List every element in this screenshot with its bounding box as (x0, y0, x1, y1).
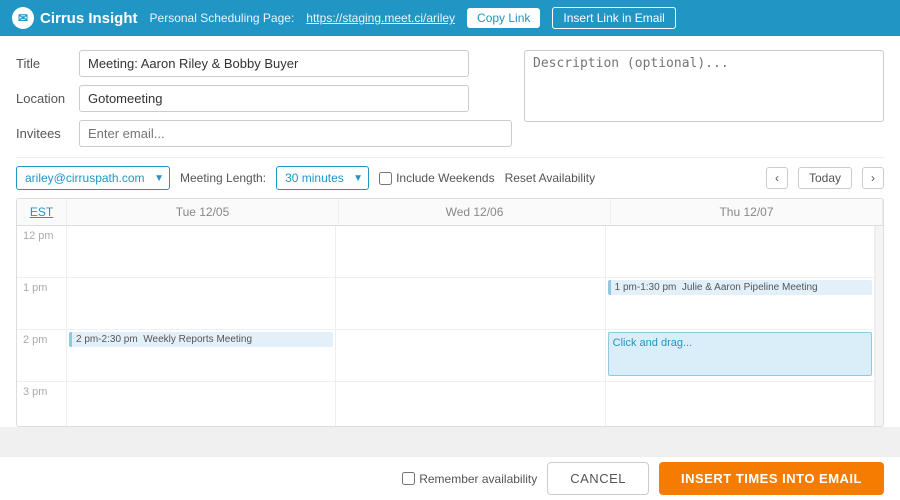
click-drag-block[interactable]: Click and drag... (608, 332, 872, 376)
form-right (524, 50, 884, 153)
tue-2pm-cell[interactable]: 2 pm-2:30 pm Weekly Reports Meeting (67, 330, 335, 382)
thu-1pm-cell[interactable]: 1 pm-1:30 pm Julie & Aaron Pipeline Meet… (606, 278, 874, 330)
col-header-thu: Thu 12/07 (611, 199, 883, 225)
scrollbar[interactable] (875, 226, 883, 426)
weekly-reports-event: 2 pm-2:30 pm Weekly Reports Meeting (69, 332, 333, 347)
time-3pm: 3 pm (17, 382, 66, 426)
title-row: Title (16, 50, 512, 77)
include-weekends-checkbox[interactable] (379, 172, 392, 185)
wed-2pm-cell[interactable] (336, 330, 604, 382)
calendar-body: 12 pm 1 pm 2 pm 3 pm 4 pm 2 pm-2:30 pm W… (17, 226, 883, 426)
time-1pm: 1 pm (17, 278, 66, 330)
meeting-length-label: Meeting Length: (180, 171, 266, 185)
time-12pm: 12 pm (17, 226, 66, 278)
remember-availability-checkbox[interactable] (402, 472, 415, 485)
event-time: 2 pm-2:30 pm (76, 334, 138, 345)
col-header-tue: Tue 12/05 (67, 199, 339, 225)
location-label: Location (16, 91, 71, 106)
wed-1pm-cell[interactable] (336, 278, 604, 330)
invitees-input[interactable] (79, 120, 512, 147)
day-col-tue: 2 pm-2:30 pm Weekly Reports Meeting (67, 226, 336, 426)
main-content: Title Location Invitees ariley@cirruspat… (0, 36, 900, 427)
event-title-2: Julie & Aaron Pipeline Meeting (682, 282, 818, 293)
today-button[interactable]: Today (798, 167, 852, 189)
thu-2pm-cell[interactable]: Click and drag... (606, 330, 874, 382)
time-column: 12 pm 1 pm 2 pm 3 pm 4 pm (17, 226, 67, 426)
form-left: Title Location Invitees (16, 50, 512, 153)
description-textarea[interactable] (524, 50, 884, 122)
pipeline-meeting-event: 1 pm-1:30 pm Julie & Aaron Pipeline Meet… (608, 280, 872, 295)
location-input[interactable] (79, 85, 469, 112)
page-link-label: Personal Scheduling Page: (150, 11, 295, 25)
cancel-button[interactable]: CANCEL (547, 462, 649, 495)
length-select-wrapper: 30 minutes ▼ (276, 166, 369, 190)
wed-3pm-cell[interactable] (336, 382, 604, 426)
calendar: EST Tue 12/05 Wed 12/06 Thu 12/07 12 pm … (16, 198, 884, 427)
time-2pm: 2 pm (17, 330, 66, 382)
col-header-wed: Wed 12/06 (339, 199, 611, 225)
tue-12pm-cell[interactable] (67, 226, 335, 278)
copy-link-button[interactable]: Copy Link (467, 8, 540, 28)
invitees-row: Invitees (16, 120, 512, 147)
title-label: Title (16, 56, 71, 71)
timezone-cell: EST (17, 199, 67, 225)
day-col-thu: 1 pm-1:30 pm Julie & Aaron Pipeline Meet… (606, 226, 875, 426)
length-select[interactable]: 30 minutes (276, 166, 369, 190)
logo: ✉ Cirrus Insight (12, 7, 138, 29)
title-input[interactable] (79, 50, 469, 77)
logo-text: Cirrus Insight (40, 10, 138, 27)
tue-3pm-cell[interactable] (67, 382, 335, 426)
user-select[interactable]: ariley@cirruspath.com (16, 166, 170, 190)
logo-icon: ✉ (12, 7, 34, 29)
location-row: Location (16, 85, 512, 112)
thu-3pm-cell[interactable] (606, 382, 874, 426)
toolbar-row: ariley@cirruspath.com ▼ Meeting Length: … (16, 157, 884, 198)
reset-availability-link[interactable]: Reset Availability (505, 171, 596, 185)
form-top: Title Location Invitees (16, 50, 884, 153)
include-weekends-label[interactable]: Include Weekends (379, 171, 495, 185)
calendar-header: EST Tue 12/05 Wed 12/06 Thu 12/07 (17, 199, 883, 226)
page-link-url[interactable]: https://staging.meet.ci/ariley (306, 11, 455, 25)
event-time-2: 1 pm-1:30 pm (615, 282, 677, 293)
invitees-label: Invitees (16, 126, 71, 141)
footer: Remember availability CANCEL INSERT TIME… (0, 456, 900, 500)
header: ✉ Cirrus Insight Personal Scheduling Pag… (0, 0, 900, 36)
user-select-wrapper: ariley@cirruspath.com ▼ (16, 166, 170, 190)
insert-link-button[interactable]: Insert Link in Email (552, 7, 675, 29)
prev-nav-button[interactable]: ‹ (766, 167, 788, 189)
remember-availability-label[interactable]: Remember availability (16, 472, 537, 486)
wed-12pm-cell[interactable] (336, 226, 604, 278)
insert-times-button[interactable]: INSERT TIMES INTO EMAIL (659, 462, 884, 495)
next-nav-button[interactable]: › (862, 167, 884, 189)
day-col-wed (336, 226, 605, 426)
event-title: Weekly Reports Meeting (143, 334, 252, 345)
tue-1pm-cell[interactable] (67, 278, 335, 330)
thu-12pm-cell[interactable] (606, 226, 874, 278)
